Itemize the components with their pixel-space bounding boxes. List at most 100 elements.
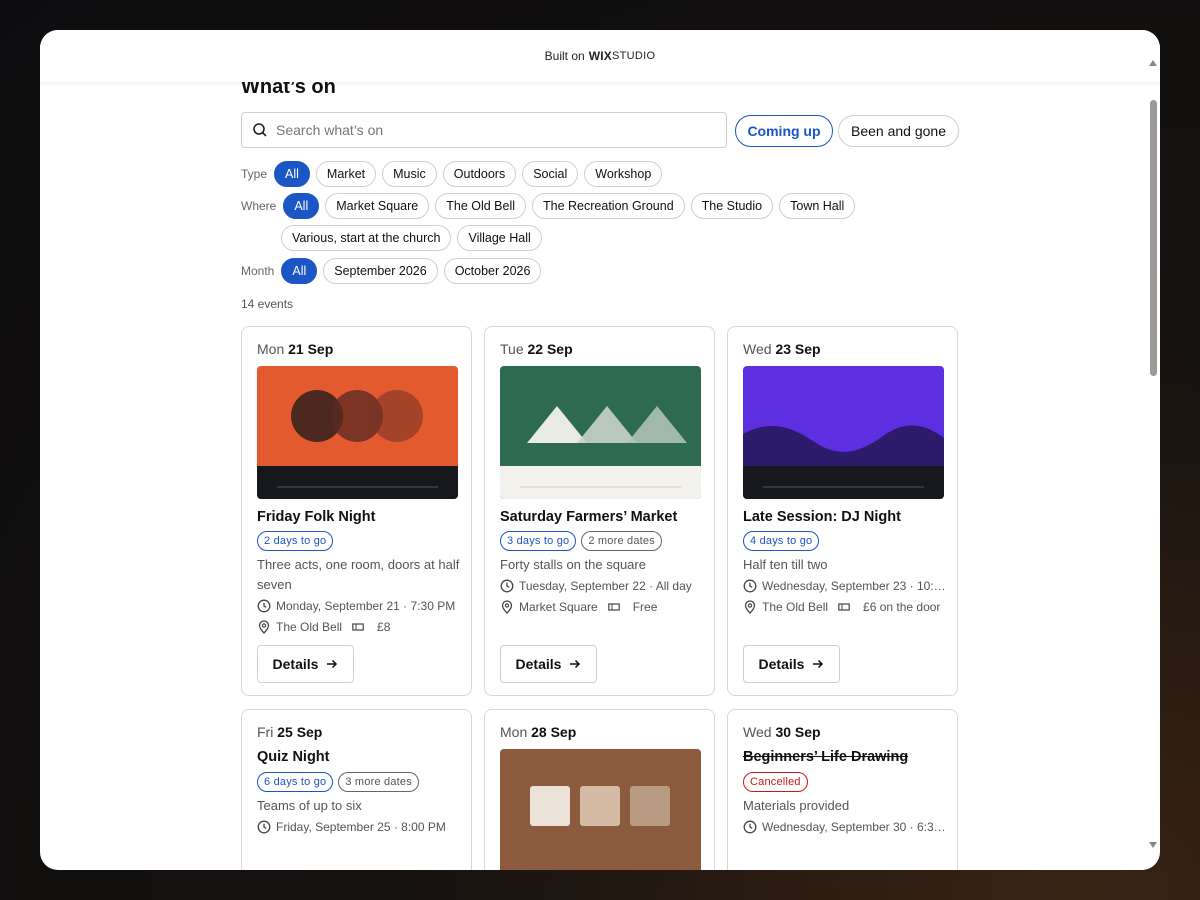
details-button[interactable]: Details xyxy=(500,645,597,683)
event-description: Materials provided xyxy=(743,798,850,813)
details-button[interactable]: Details xyxy=(257,645,354,683)
scroll-thumb[interactable] xyxy=(1150,100,1157,376)
event-when: Wednesday, September 23 · 10:30 PM xyxy=(743,579,948,593)
built-on-text: Built on xyxy=(544,49,585,63)
scroll-down-arrow-icon[interactable] xyxy=(1149,842,1157,848)
event-when: Tuesday, September 22 · All day xyxy=(500,579,705,593)
type-chip-outdoors[interactable]: Outdoors xyxy=(442,161,517,187)
event-image-market xyxy=(500,366,701,499)
map-pin-icon xyxy=(744,600,756,614)
type-filter-label: Type xyxy=(241,167,268,181)
event-card[interactable]: Wed 23 Sep Late Session: DJ Night 4 days… xyxy=(727,326,958,696)
ticket-icon xyxy=(838,603,850,611)
month-chip-october[interactable]: October 2026 xyxy=(443,258,542,284)
cancelled-badge: Cancelled xyxy=(743,772,808,792)
scrollbar[interactable] xyxy=(1146,56,1160,848)
event-badges: 3 days to go 2 more dates xyxy=(500,531,667,551)
more-dates-badge: 2 more dates xyxy=(581,531,662,551)
event-badges: Cancelled xyxy=(743,772,813,792)
event-card[interactable]: Mon 21 Sep Friday Folk Night 2 days to g… xyxy=(241,326,472,696)
event-title[interactable]: Friday Folk Night xyxy=(257,509,375,525)
clock-icon xyxy=(257,820,271,834)
ticket-icon xyxy=(352,623,364,631)
event-count: 14 events xyxy=(241,297,294,311)
type-chip-music[interactable]: Music xyxy=(382,161,437,187)
where-chip-various[interactable]: Various, start at the church xyxy=(281,225,452,251)
event-image-workshop xyxy=(500,749,701,870)
coming-up-button[interactable]: Coming up xyxy=(735,115,833,147)
type-chip-market[interactable]: Market xyxy=(315,161,377,187)
event-card[interactable]: Tue 22 Sep Saturday Farmers’ Market 3 da… xyxy=(484,326,715,696)
event-where: The Old Bell £6 on the door xyxy=(743,600,948,614)
event-title[interactable]: Saturday Farmers’ Market xyxy=(500,509,677,525)
where-filter-label: Where xyxy=(241,199,277,213)
ticket-icon xyxy=(607,603,620,611)
month-chip-september[interactable]: September 2026 xyxy=(323,258,438,284)
event-card[interactable]: Fri 25 Sep Quiz Night 6 days to go 3 mor… xyxy=(241,709,472,870)
been-and-gone-button[interactable]: Been and gone xyxy=(838,115,959,147)
event-date: Wed 23 Sep xyxy=(743,341,821,357)
event-badges: 2 days to go xyxy=(257,531,338,551)
where-filter-row-2: Various, start at the church Village Hal… xyxy=(281,225,548,251)
event-when: Monday, September 21 · 7:30 PM xyxy=(257,599,462,613)
event-image-folk xyxy=(257,366,458,499)
type-filter-row: Type All Market Music Outdoors Social Wo… xyxy=(241,161,668,187)
where-chip-market-square[interactable]: Market Square xyxy=(325,193,430,219)
month-filter-row: Month All September 2026 October 2026 xyxy=(241,258,547,284)
where-chip-all[interactable]: All xyxy=(283,193,320,219)
event-title[interactable]: Late Session: DJ Night xyxy=(743,509,901,525)
where-chip-village-hall[interactable]: Village Hall xyxy=(457,225,542,251)
event-badges: 6 days to go 3 more dates xyxy=(257,772,424,792)
countdown-badge: 4 days to go xyxy=(743,531,820,551)
arrow-right-icon xyxy=(813,659,824,669)
event-card[interactable]: Wed 30 Sep Beginners’ Life Drawing Cance… xyxy=(727,709,958,870)
type-chip-all[interactable]: All xyxy=(274,161,310,187)
browser-window: Built on WIX STUDIO What’s on Search wha… xyxy=(40,30,1160,870)
clock-icon xyxy=(257,599,271,613)
event-date: Tue 22 Sep xyxy=(500,341,573,357)
event-where: The Old Bell £8 xyxy=(257,620,462,634)
event-when: Wednesday, September 30 · 6:30 PM xyxy=(743,820,948,834)
type-chip-social[interactable]: Social xyxy=(522,161,579,187)
event-date: Mon 28 Sep xyxy=(500,724,577,740)
where-filter-row: Where All Market Square The Old Bell The… xyxy=(241,193,861,219)
event-badges: 4 days to go xyxy=(743,531,824,551)
event-date: Wed 30 Sep xyxy=(743,724,821,740)
type-chip-workshop[interactable]: Workshop xyxy=(584,161,663,187)
event-image-dj xyxy=(743,366,944,499)
event-description: Teams of up to six xyxy=(257,798,362,813)
search-box[interactable]: Search what’s on xyxy=(241,112,727,148)
map-pin-icon xyxy=(501,600,513,614)
wix-logo: WIX xyxy=(588,49,612,63)
event-title[interactable]: Quiz Night xyxy=(257,749,330,765)
event-description: Forty stalls on the square xyxy=(500,557,646,572)
where-chip-recreation-ground[interactable]: The Recreation Ground xyxy=(532,193,685,219)
month-chip-all[interactable]: All xyxy=(281,258,318,284)
map-pin-icon xyxy=(258,620,270,634)
where-chip-studio[interactable]: The Studio xyxy=(690,193,774,219)
arrow-right-icon xyxy=(570,659,581,669)
clock-icon xyxy=(743,579,757,593)
countdown-badge: 2 days to go xyxy=(257,531,334,551)
search-input[interactable]: Search what’s on xyxy=(276,122,383,138)
countdown-badge: 6 days to go xyxy=(257,772,334,792)
countdown-badge: 3 days to go xyxy=(500,531,577,551)
event-date: Fri 25 Sep xyxy=(257,724,323,740)
scroll-up-arrow-icon[interactable] xyxy=(1149,60,1157,66)
event-title[interactable]: Beginners’ Life Drawing xyxy=(743,749,908,765)
built-on-banner[interactable]: Built on WIX STUDIO xyxy=(40,30,1160,82)
month-filter-label: Month xyxy=(241,264,275,278)
clock-icon xyxy=(743,820,757,834)
event-card[interactable]: Mon 28 Sep xyxy=(484,709,715,870)
studio-logo-text: STUDIO xyxy=(611,50,656,62)
event-description: Half ten till two xyxy=(743,557,828,572)
arrow-right-icon xyxy=(327,659,338,669)
event-date: Mon 21 Sep xyxy=(257,341,334,357)
event-description: Three acts, one room, doors at half seve… xyxy=(257,557,460,592)
search-icon xyxy=(253,123,267,137)
details-button[interactable]: Details xyxy=(743,645,840,683)
where-chip-town-hall[interactable]: Town Hall xyxy=(779,193,856,219)
where-chip-old-bell[interactable]: The Old Bell xyxy=(435,193,527,219)
more-dates-badge: 3 more dates xyxy=(338,772,419,792)
event-when: Friday, September 25 · 8:00 PM xyxy=(257,820,462,834)
